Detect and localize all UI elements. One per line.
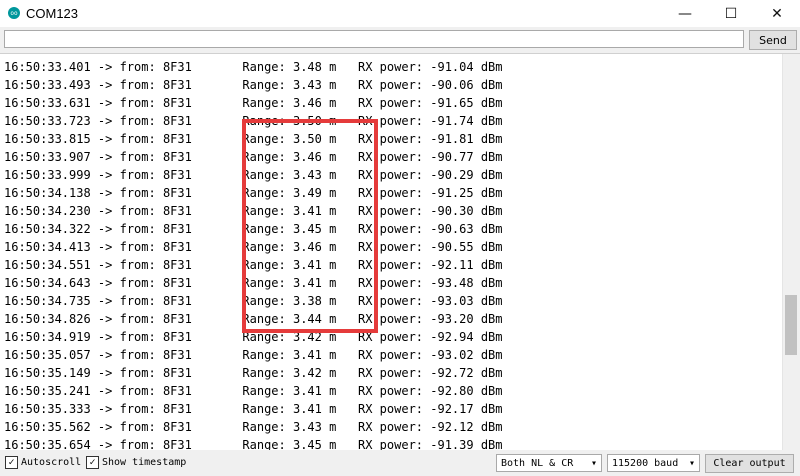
log-line: 16:50:34.551 -> from: 8F31 Range: 3.41 m… [4, 258, 503, 272]
log-line: 16:50:35.654 -> from: 8F31 Range: 3.45 m… [4, 438, 503, 450]
arduino-icon: oo [8, 7, 20, 19]
log-line: 16:50:35.149 -> from: 8F31 Range: 3.42 m… [4, 366, 503, 380]
log-line: 16:50:34.413 -> from: 8F31 Range: 3.46 m… [4, 240, 503, 254]
line-ending-value: Both NL & CR [501, 457, 574, 469]
log-line: 16:50:34.138 -> from: 8F31 Range: 3.49 m… [4, 186, 503, 200]
show-timestamp-checkbox[interactable]: ✓ Show timestamp [86, 456, 186, 469]
log-line: 16:50:33.631 -> from: 8F31 Range: 3.46 m… [4, 96, 503, 110]
log-line: 16:50:35.333 -> from: 8F31 Range: 3.41 m… [4, 402, 503, 416]
log-line: 16:50:34.735 -> from: 8F31 Range: 3.38 m… [4, 294, 503, 308]
log-line: 16:50:33.493 -> from: 8F31 Range: 3.43 m… [4, 78, 503, 92]
log-line: 16:50:34.322 -> from: 8F31 Range: 3.45 m… [4, 222, 503, 236]
log-line: 16:50:33.401 -> from: 8F31 Range: 3.48 m… [4, 60, 503, 74]
log-line: 16:50:35.562 -> from: 8F31 Range: 3.43 m… [4, 420, 503, 434]
minimize-icon: — [678, 5, 692, 22]
show-timestamp-label: Show timestamp [102, 457, 187, 468]
arduino-icon-text: oo [10, 9, 18, 17]
minimize-button[interactable]: — [662, 0, 708, 27]
autoscroll-check-icon[interactable]: ✓ [5, 456, 18, 469]
close-button[interactable]: ✕ [754, 0, 800, 27]
timestamp-check-icon[interactable]: ✓ [86, 456, 99, 469]
clear-output-button[interactable]: Clear output [705, 454, 794, 473]
baud-rate-select[interactable]: 115200 baud ▾ [607, 454, 700, 472]
log-line: 16:50:34.643 -> from: 8F31 Range: 3.41 m… [4, 276, 503, 290]
autoscroll-label: Autoscroll [21, 457, 82, 468]
log-line: 16:50:35.241 -> from: 8F31 Range: 3.41 m… [4, 384, 503, 398]
log-line: 16:50:34.919 -> from: 8F31 Range: 3.42 m… [4, 330, 503, 344]
maximize-icon: ☐ [724, 5, 738, 22]
window-title: COM123 [26, 6, 79, 21]
baud-rate-value: 115200 baud [612, 457, 679, 469]
send-bar: Send [0, 27, 800, 53]
log-line: 16:50:33.815 -> from: 8F31 Range: 3.50 m… [4, 132, 503, 146]
log-line: 16:50:34.230 -> from: 8F31 Range: 3.41 m… [4, 204, 503, 218]
send-input[interactable] [4, 30, 744, 48]
send-button[interactable]: Send [749, 30, 797, 50]
status-bar: ✓ Autoscroll ✓ Show timestamp Both NL & … [0, 450, 800, 476]
chevron-down-icon: ▾ [688, 457, 695, 469]
maximize-button[interactable]: ☐ [708, 0, 754, 27]
scrollbar-thumb[interactable] [785, 295, 797, 355]
chevron-down-icon: ▾ [590, 457, 597, 469]
serial-output: 16:50:33.401 -> from: 8F31 Range: 3.48 m… [0, 53, 800, 450]
log-lines: 16:50:33.401 -> from: 8F31 Range: 3.48 m… [4, 58, 503, 450]
log-line: 16:50:35.057 -> from: 8F31 Range: 3.41 m… [4, 348, 503, 362]
line-ending-select[interactable]: Both NL & CR ▾ [496, 454, 602, 472]
close-icon: ✕ [771, 5, 783, 22]
log-line: 16:50:33.999 -> from: 8F31 Range: 3.43 m… [4, 168, 503, 182]
log-line: 16:50:33.723 -> from: 8F31 Range: 3.50 m… [4, 114, 503, 128]
log-line: 16:50:34.826 -> from: 8F31 Range: 3.44 m… [4, 312, 503, 326]
title-bar: oo COM123 — ☐ ✕ [0, 0, 800, 28]
log-line: 16:50:33.907 -> from: 8F31 Range: 3.46 m… [4, 150, 503, 164]
vertical-scrollbar[interactable] [782, 54, 800, 450]
autoscroll-checkbox[interactable]: ✓ Autoscroll [5, 456, 81, 469]
